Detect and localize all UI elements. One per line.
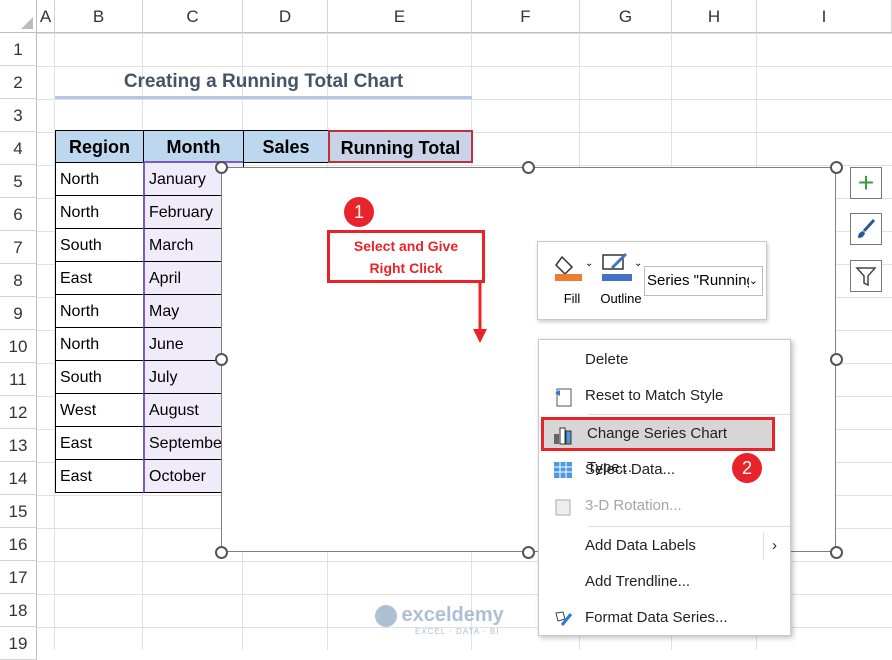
region-cell[interactable]: South: [55, 229, 144, 262]
column-header-F[interactable]: F: [472, 0, 580, 33]
callout-line-2: Right Click: [369, 260, 443, 276]
row-header-7[interactable]: 7: [0, 231, 37, 264]
context-menu: Delete Reset to Match Style Change Serie…: [538, 339, 791, 636]
row-header-2[interactable]: 2: [0, 66, 37, 99]
row-header-9[interactable]: 9: [0, 297, 37, 330]
region-cell[interactable]: West: [55, 394, 144, 427]
step-1-badge: 1: [344, 197, 374, 227]
select-all-corner[interactable]: [0, 0, 37, 33]
region-cell[interactable]: East: [55, 460, 144, 493]
column-header-I[interactable]: I: [757, 0, 892, 33]
watermark: exceldemy EXCEL · DATA · BI: [375, 604, 504, 636]
column-header-D[interactable]: D: [243, 0, 328, 33]
cube-icon: [555, 499, 571, 516]
row-header-4[interactable]: 4: [0, 132, 37, 165]
menu-add-data-labels[interactable]: Add Data Labels ›: [539, 529, 790, 563]
series-selector[interactable]: Series "Running ⌄: [644, 266, 763, 296]
row-header-11[interactable]: 11: [0, 363, 37, 396]
callout-box: Select and Give Right Click: [327, 230, 485, 283]
row-header-14[interactable]: 14: [0, 462, 37, 495]
menu-3d-rotation: 3-D Rotation...: [539, 489, 790, 523]
row-header-8[interactable]: 8: [0, 264, 37, 297]
plus-icon: +: [857, 167, 875, 198]
logo-icon: [375, 604, 397, 627]
chart-elements-button[interactable]: +: [850, 167, 882, 199]
region-cell[interactable]: East: [55, 262, 144, 295]
resize-handle[interactable]: [522, 161, 535, 174]
row-header-1[interactable]: 1: [0, 33, 37, 66]
chevron-down-icon: ⌄: [748, 267, 758, 295]
row-header-12[interactable]: 12: [0, 396, 37, 429]
region-cell[interactable]: North: [55, 295, 144, 328]
region-cell[interactable]: North: [55, 163, 144, 196]
row-header-5[interactable]: 5: [0, 165, 37, 198]
column-header-H[interactable]: H: [672, 0, 757, 33]
chart-filters-button[interactable]: [850, 260, 882, 292]
mini-toolbar: ⌄ Fill ⌄ Outline Series "Running ⌄: [537, 241, 767, 320]
svg-text:⌄: ⌄: [634, 258, 642, 269]
menu-reset-to-match-style[interactable]: Reset to Match Style: [539, 379, 790, 413]
resize-handle[interactable]: [830, 353, 843, 366]
menu-delete[interactable]: Delete: [539, 343, 790, 377]
column-header-C[interactable]: C: [143, 0, 243, 33]
format-brush-icon: [555, 611, 573, 626]
menu-format-data-series[interactable]: Format Data Series...: [539, 601, 790, 635]
table-header-region[interactable]: Region: [55, 130, 144, 163]
row-header-3[interactable]: 3: [0, 99, 37, 132]
row-header-15[interactable]: 15: [0, 495, 37, 528]
region-cell[interactable]: South: [55, 361, 144, 394]
table-header-running-total[interactable]: Running Total: [328, 130, 473, 163]
row-header-10[interactable]: 10: [0, 330, 37, 363]
column-header-B[interactable]: B: [55, 0, 143, 33]
column-header-G[interactable]: G: [580, 0, 672, 33]
menu-add-trendline[interactable]: Add Trendline...: [539, 565, 790, 599]
pen-outline-icon: ⌄: [602, 252, 642, 281]
row-header-6[interactable]: 6: [0, 198, 37, 231]
fill-button[interactable]: ⌄ Fill: [550, 252, 594, 306]
chevron-right-icon: ›: [763, 533, 777, 559]
outline-button[interactable]: ⌄ Outline: [596, 252, 646, 306]
callout-line-1: Select and Give: [353, 238, 459, 254]
resize-handle[interactable]: [215, 546, 228, 559]
step-2-badge: 2: [732, 453, 762, 483]
filter-icon: [855, 267, 877, 287]
resize-handle[interactable]: [215, 161, 228, 174]
sheet-title: Creating a Running Total Chart: [55, 66, 472, 99]
chart-styles-button[interactable]: [850, 213, 882, 245]
region-cell[interactable]: East: [55, 427, 144, 460]
row-header-19[interactable]: 19: [0, 627, 37, 660]
select-data-icon: [554, 462, 572, 478]
paint-bucket-icon: ⌄: [555, 255, 593, 281]
callout-arrow: [473, 283, 487, 343]
row-header-16[interactable]: 16: [0, 528, 37, 561]
column-header-E[interactable]: E: [328, 0, 472, 33]
svg-text:⌄: ⌄: [585, 258, 592, 269]
resize-handle[interactable]: [215, 353, 228, 366]
resize-handle[interactable]: [830, 161, 843, 174]
brush-icon: [858, 218, 876, 238]
column-header-A[interactable]: A: [37, 0, 55, 33]
reset-style-icon: [555, 388, 572, 407]
resize-handle[interactable]: [522, 546, 535, 559]
table-header-sales[interactable]: Sales: [243, 130, 329, 163]
resize-handle[interactable]: [830, 546, 843, 559]
region-cell[interactable]: North: [55, 328, 144, 361]
table-header-month[interactable]: Month: [143, 130, 244, 163]
row-header-18[interactable]: 18: [0, 594, 37, 627]
bar-chart-icon: [554, 427, 572, 445]
row-header-13[interactable]: 13: [0, 429, 37, 462]
region-cell[interactable]: North: [55, 196, 144, 229]
row-header-17[interactable]: 17: [0, 561, 37, 594]
menu-change-series-chart-type[interactable]: Change Series Chart Type...: [541, 417, 775, 476]
